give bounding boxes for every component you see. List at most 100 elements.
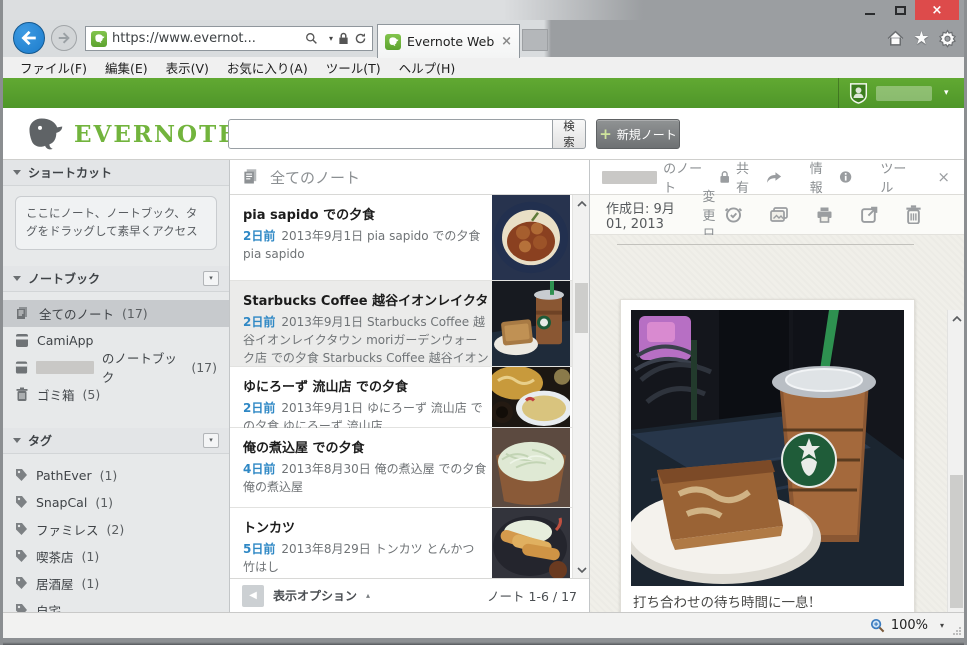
tab-favicon-icon	[385, 33, 401, 50]
reminder-icon[interactable]	[724, 205, 743, 224]
sidebar-item-user-notebook[interactable]: のノートブック (17)	[3, 351, 229, 385]
forward-button[interactable]	[51, 25, 77, 51]
notebooks-header[interactable]: ノートブック ▾	[3, 265, 229, 292]
account-menu[interactable]: ▾	[838, 78, 964, 108]
trash-icon	[16, 387, 28, 401]
home-button[interactable]	[885, 28, 906, 49]
tag-count: (1)	[95, 494, 114, 510]
note-panel-header: のノート 共有 情報 ツール ×	[590, 158, 964, 196]
tools-button[interactable]: ツール	[880, 158, 917, 196]
note-title: 俺の煮込屋 での夕食	[243, 441, 365, 456]
note-panel: のノート 共有 情報 ツール × 作成日: 9月 01, 2013 変更日	[590, 160, 964, 612]
new-note-label: 新規ノート	[616, 127, 677, 142]
new-note-button[interactable]: + 新規ノート	[596, 119, 680, 149]
display-options-toggle[interactable]: 表示オプション	[273, 587, 357, 604]
zoom-caret-icon[interactable]: ▾	[940, 621, 944, 630]
note-row[interactable]: pia sapido での夕食 2日前 2013年9月1日 pia sapido …	[230, 195, 589, 281]
zoom-level[interactable]: 100%	[891, 618, 928, 633]
address-bar[interactable]: https://www.evernot... ▾	[85, 26, 373, 51]
menu-file[interactable]: ファイル(F)	[11, 56, 96, 79]
note-list-scrollbar[interactable]	[572, 195, 589, 578]
favorites-button[interactable]: ★	[911, 28, 932, 49]
note-list: pia sapido での夕食 2日前 2013年9月1日 pia sapido …	[230, 195, 589, 578]
chevron-down-icon: ▾	[209, 436, 213, 445]
tag-label: SnapCal	[36, 494, 88, 510]
note-row[interactable]: ゆにろーず 流山店 での夕食 2日前 2013年9月1日 ゆにろーず 流山店 での…	[230, 367, 589, 433]
app-header: EVERNOTE 検索 + 新規ノート	[3, 108, 964, 160]
note-row[interactable]: トンカツ 5日前 2013年8月29日 トンカツ とんかつ 竹はし	[230, 508, 589, 578]
collapse-list-button[interactable]: ◀	[242, 584, 264, 607]
menu-tools[interactable]: ツール(T)	[317, 56, 390, 79]
menu-view[interactable]: 表示(V)	[157, 56, 218, 79]
panel-close-icon[interactable]: ×	[937, 168, 950, 186]
info-button[interactable]: 情報	[810, 158, 853, 196]
sidebar-tag-famiresu[interactable]: ファミレス (2)	[3, 516, 229, 543]
maximize-button[interactable]	[885, 0, 915, 20]
scroll-up-icon[interactable]	[573, 195, 590, 212]
print-icon[interactable]	[815, 206, 834, 224]
shortcuts-header-label: ショートカット	[28, 166, 113, 180]
tags-header[interactable]: タグ ▾	[3, 427, 229, 454]
note-content[interactable]: 打ち合わせの待ち時間に一息!	[590, 235, 964, 612]
resize-grip[interactable]	[952, 626, 961, 635]
menu-favorites[interactable]: お気に入り(A)	[218, 56, 317, 79]
collapse-triangle-icon	[13, 275, 21, 281]
back-button[interactable]	[13, 22, 45, 54]
refresh-icon[interactable]	[354, 32, 367, 45]
notebooks-dropdown-button[interactable]: ▾	[203, 270, 219, 286]
close-button[interactable]: ×	[915, 0, 959, 20]
delete-note-icon[interactable]	[905, 205, 922, 224]
tags-dropdown-button[interactable]: ▾	[203, 432, 219, 448]
title-bar: ×	[3, 0, 964, 20]
search-button[interactable]: 検索	[553, 119, 586, 149]
minimize-icon	[865, 13, 875, 15]
note-row-selected[interactable]: Starbucks Coffee 越谷イオンレイクタウン moriガ 2日前20…	[230, 281, 589, 379]
browser-tab[interactable]: Evernote Web ×	[377, 24, 520, 58]
shortcuts-header[interactable]: ショートカット	[3, 160, 229, 186]
home-icon	[887, 30, 904, 46]
note-panel-scrollbar[interactable]	[947, 310, 964, 612]
photo-caption: 打ち合わせの待ち時間に一息!	[633, 595, 814, 611]
sidebar-tag-kissaten[interactable]: 喫茶店 (1)	[3, 543, 229, 570]
menu-bar: ファイル(F) 編集(E) 表示(V) お気に入り(A) ツール(T) ヘルプ(…	[3, 57, 964, 78]
all-notes-icon	[17, 306, 27, 319]
tab-close-icon[interactable]: ×	[501, 34, 512, 49]
back-arrow-icon	[21, 30, 36, 46]
note-row[interactable]: 俺の煮込屋 での夕食 4日前 2013年8月30日 俺の煮込屋 での夕食 俺の煮込…	[230, 428, 589, 508]
address-caret-icon[interactable]: ▾	[329, 34, 333, 43]
note-thumbnail	[492, 508, 570, 578]
scroll-up-icon[interactable]	[948, 310, 964, 327]
scrollbar-thumb[interactable]	[575, 283, 588, 333]
scroll-down-icon[interactable]	[573, 561, 590, 578]
search-input[interactable]	[228, 119, 553, 149]
sidebar-item-label: CamiApp	[37, 332, 94, 348]
sidebar-item-label: 全てのノート	[39, 306, 115, 322]
minimize-button[interactable]	[855, 0, 885, 20]
forward-arrow-icon	[58, 32, 70, 44]
tag-count: (1)	[81, 548, 100, 564]
note-list-title: 全てのノート	[270, 168, 361, 187]
sidebar-tag-snapcal[interactable]: SnapCal (1)	[3, 489, 229, 516]
note-list-footer: ◀ 表示オプション ▴ ノート 1-6 / 17	[230, 578, 589, 612]
settings-button[interactable]	[937, 28, 958, 49]
sidebar-tag-jitaku[interactable]: 自宅	[3, 597, 229, 612]
note-title-rule	[617, 244, 914, 245]
menu-help[interactable]: ヘルプ(H)	[390, 56, 465, 79]
share-button[interactable]: 共有	[736, 158, 782, 196]
new-tab-button[interactable]	[522, 29, 548, 51]
sidebar-item-all-notes[interactable]: 全てのノート (17)	[3, 299, 229, 327]
scrollbar-thumb[interactable]	[950, 475, 963, 608]
presentation-icon[interactable]	[769, 206, 789, 224]
sidebar-tag-pathever[interactable]: PathEver (1)	[3, 462, 229, 489]
search-icon[interactable]	[305, 32, 318, 45]
sidebar-item-count: (17)	[191, 359, 218, 375]
tools-label: ツール	[880, 162, 907, 196]
tag-label: 喫茶店	[36, 549, 74, 565]
tag-icon	[16, 604, 27, 612]
note-toolbar: 作成日: 9月 01, 2013 変更日	[590, 190, 964, 243]
sidebar-tag-izakaya[interactable]: 居酒屋 (1)	[3, 570, 229, 597]
menu-edit[interactable]: 編集(E)	[96, 56, 157, 79]
export-icon[interactable]	[860, 205, 879, 224]
collapse-left-icon: ◀	[249, 590, 257, 601]
tag-icon	[16, 496, 27, 509]
